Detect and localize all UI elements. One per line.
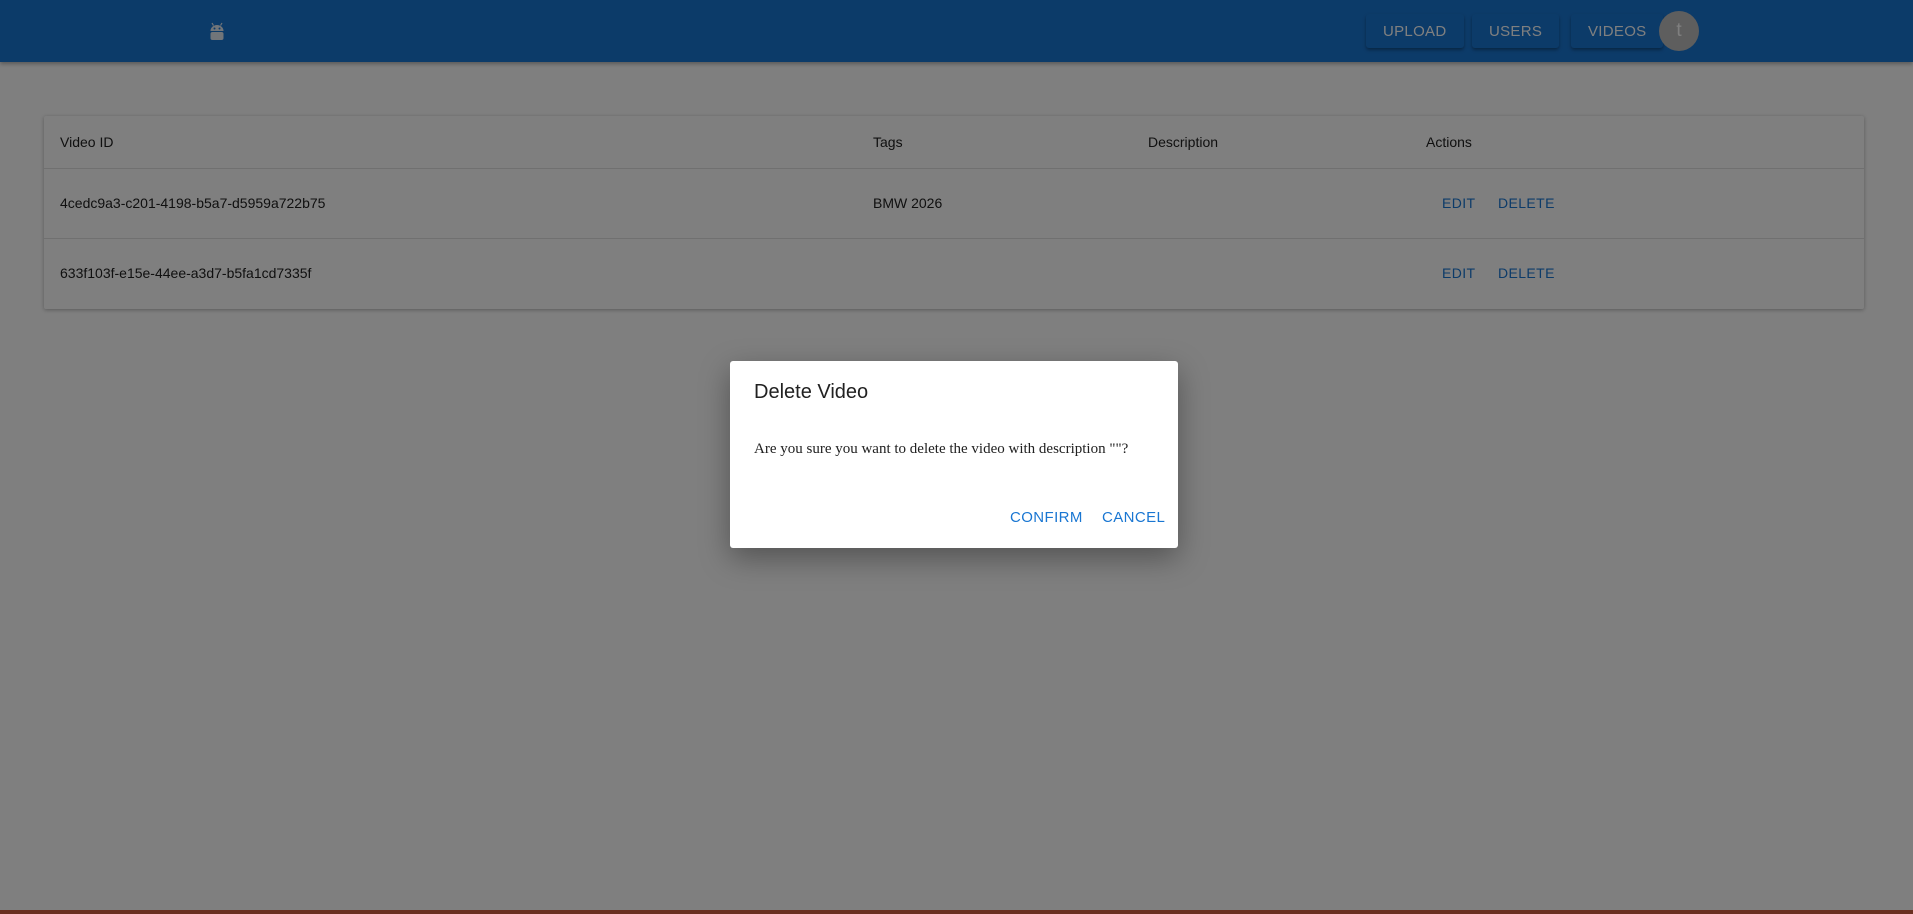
cancel-button[interactable]: CANCEL: [1102, 509, 1165, 526]
dialog-title: Delete Video: [754, 381, 869, 403]
dialog-message: Are you sure you want to delete the vide…: [754, 441, 1129, 457]
page: UPLOAD USERS VIDEOS t Video ID Tags Desc…: [0, 0, 1913, 914]
confirm-button[interactable]: CONFIRM: [1010, 509, 1083, 526]
delete-video-dialog: Delete Video Are you sure you want to de…: [730, 361, 1178, 548]
bottom-strip: [0, 910, 1913, 914]
